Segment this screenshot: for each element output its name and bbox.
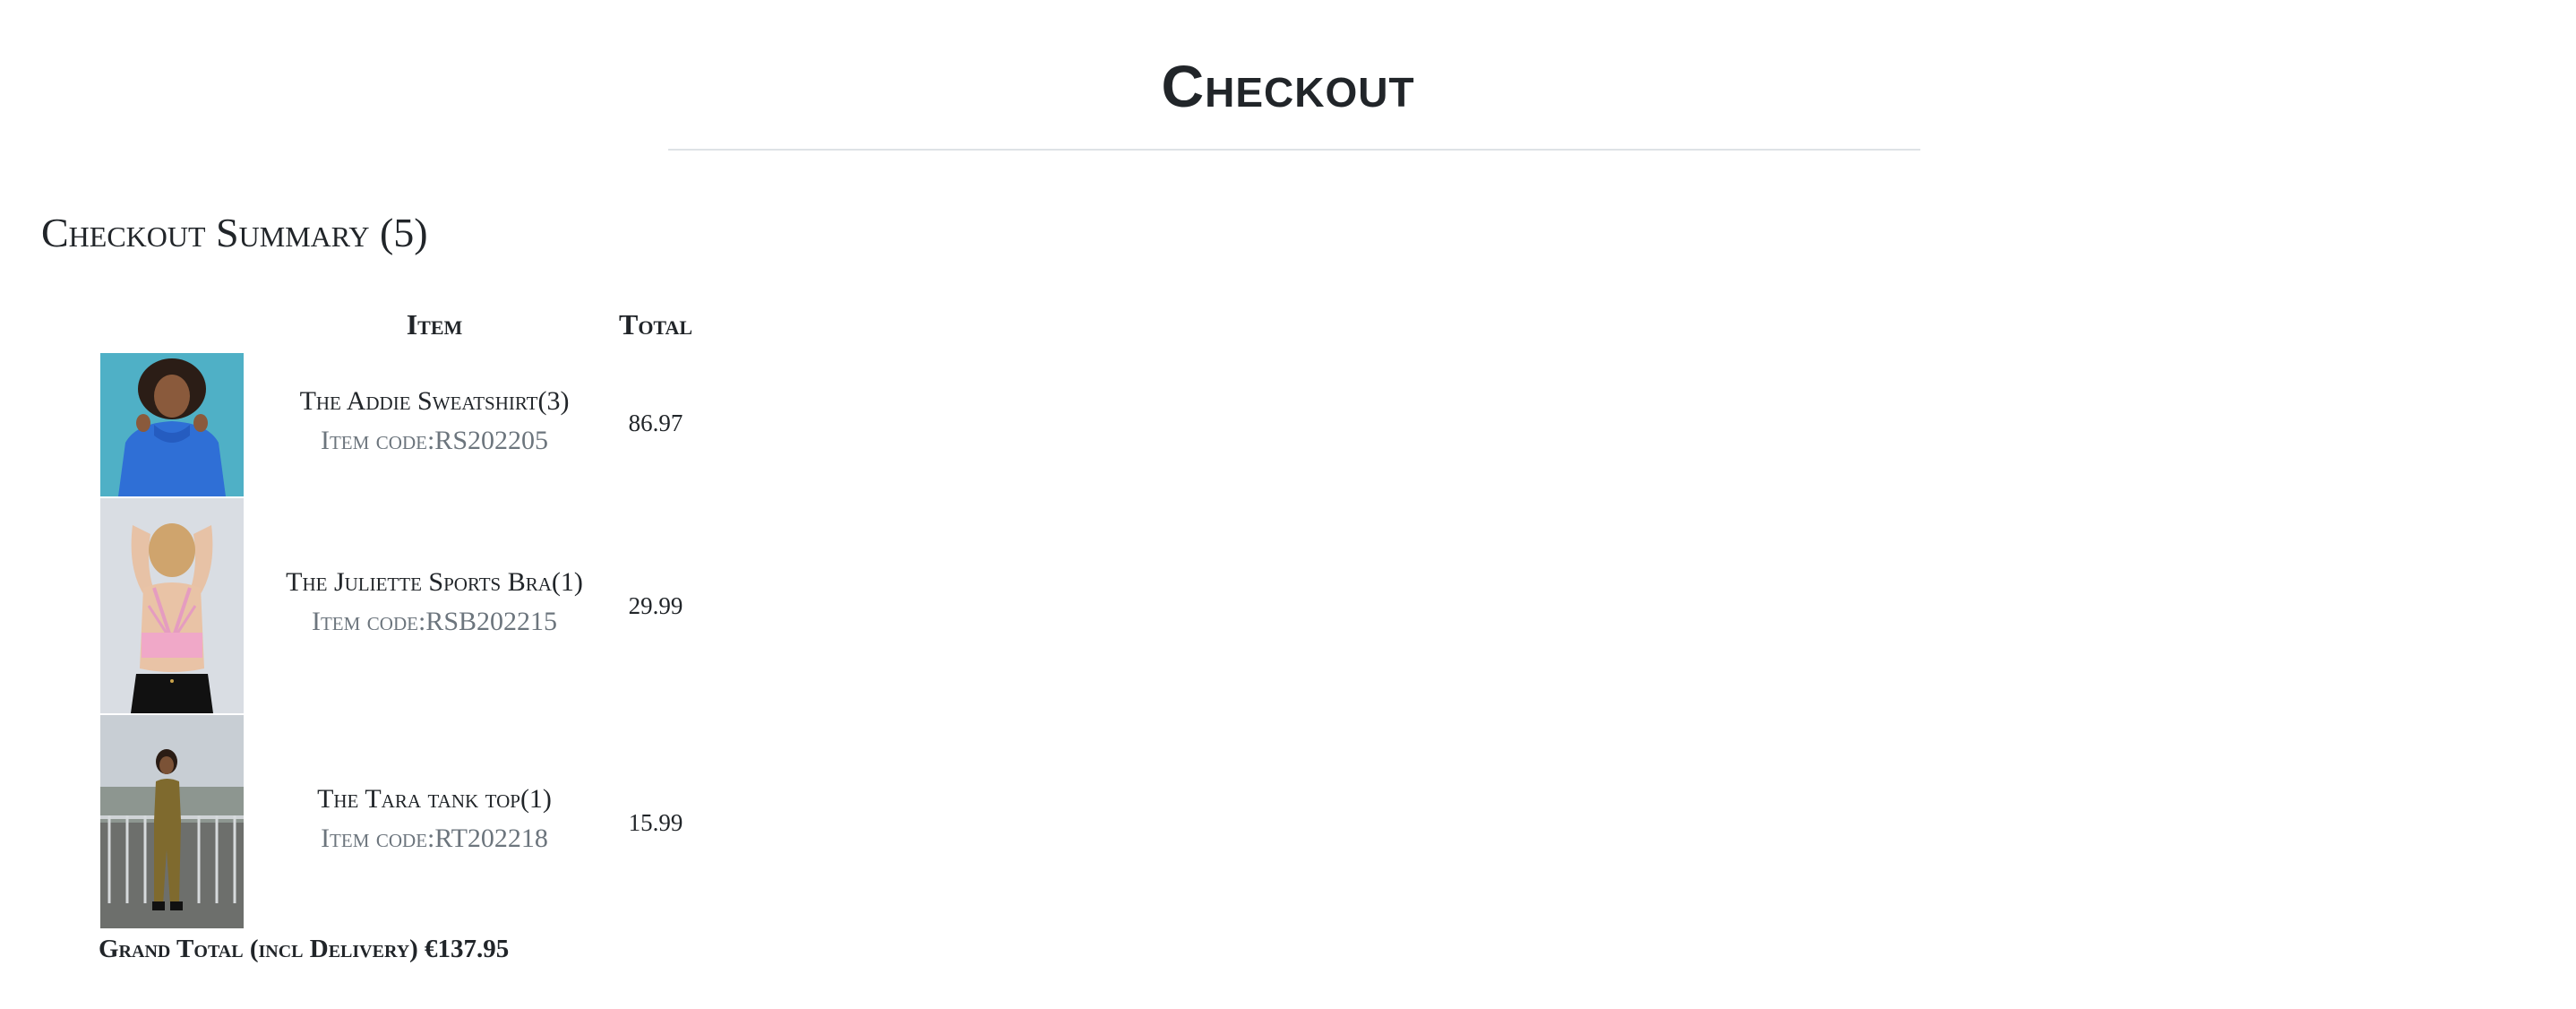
checkout-page: Checkout Checkout Summary (5) Item Total…	[0, 0, 2576, 1009]
title-divider	[668, 149, 1920, 151]
item-total: 15.99	[628, 809, 683, 836]
table-row: The Juliette Sports Bra(1) Item code:RSB…	[100, 498, 718, 713]
item-details: The Tara tank top(1) Item code:RT202218	[269, 780, 600, 858]
item-details: The Juliette Sports Bra(1) Item code:RSB…	[269, 563, 600, 642]
grand-total: Grand Total (incl Delivery) €137.95	[99, 935, 510, 963]
item-name: The Addie Sweatshirt(3)	[299, 386, 570, 416]
item-name: The Juliette Sports Bra(1)	[286, 567, 583, 597]
item-details: The Addie Sweatshirt(3) Item code:RS2022…	[269, 382, 600, 461]
table-row: The Tara tank top(1) Item code:RT202218 …	[100, 715, 718, 928]
item-name: The Tara tank top(1)	[317, 784, 552, 814]
checkout-summary-heading: Checkout Summary (5)	[41, 210, 428, 255]
item-code: Item code:RS202205	[320, 426, 548, 455]
page-title: Checkout	[1161, 53, 1415, 119]
column-header-total: Total	[618, 308, 693, 341]
item-total: 86.97	[628, 410, 683, 436]
item-total: 29.99	[628, 592, 683, 619]
product-image	[100, 353, 244, 496]
column-header-item: Item	[406, 308, 463, 341]
product-image	[100, 498, 244, 713]
item-code: Item code:RSB202215	[311, 607, 558, 636]
table-row: The Addie Sweatshirt(3) Item code:RS2022…	[100, 353, 718, 496]
item-code: Item code:RT202218	[321, 824, 548, 853]
product-image	[100, 715, 244, 928]
